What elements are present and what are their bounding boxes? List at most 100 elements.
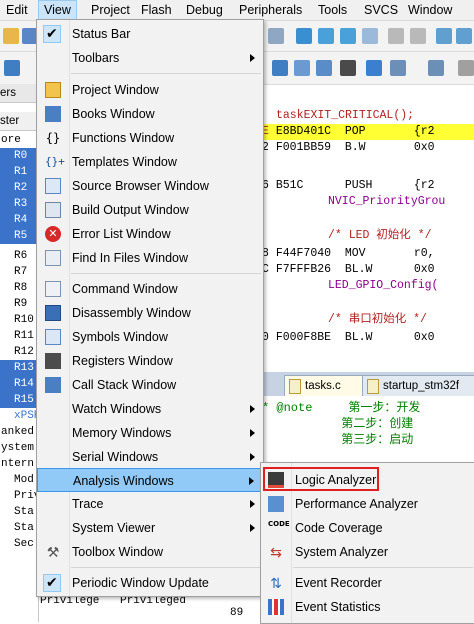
memory-icon[interactable] (294, 60, 310, 76)
register-row[interactable]: R6 (0, 248, 38, 264)
menu-item-watch-windows[interactable]: Watch Windows (37, 397, 263, 421)
system-viewer-icon[interactable] (390, 60, 406, 76)
register-row[interactable]: R0 (0, 148, 38, 164)
menu-item-call-stack[interactable]: Call Stack Window (37, 373, 263, 397)
menu-item-serial-windows[interactable]: Serial Windows (37, 445, 263, 469)
menu-item-label: Disassembly Window (72, 306, 191, 320)
menu-item-symbols-window[interactable]: Symbols Window (37, 325, 263, 349)
indent-icon[interactable] (268, 28, 284, 44)
source-browser-icon (45, 178, 61, 194)
register-row[interactable]: R7 (0, 264, 38, 280)
window-layout-icon[interactable] (272, 60, 288, 76)
register-name: R9 (14, 298, 28, 310)
menu-view[interactable]: View (38, 0, 77, 20)
menu-item-label: Trace (72, 497, 104, 511)
menu-item-event-statistics[interactable]: Event Statistics (261, 595, 474, 619)
register-row[interactable]: R12 (0, 344, 38, 360)
bookmark-next-icon[interactable] (340, 28, 356, 44)
menu-item-books-window[interactable]: Books Window (37, 102, 263, 126)
register-row[interactable]: R4 (0, 212, 38, 228)
register-row[interactable]: R13 (0, 360, 38, 376)
menu-item-trace[interactable]: Trace (37, 492, 263, 516)
register-row[interactable]: xPSR (0, 408, 40, 424)
bookmark-icon[interactable] (296, 28, 312, 44)
menu-item-label: Watch Windows (72, 402, 162, 416)
register-row[interactable]: Sec (0, 536, 38, 552)
menu-debug[interactable]: Debug (186, 2, 223, 18)
menu-item-event-recorder[interactable]: ⇅ Event Recorder (261, 571, 474, 595)
settings-icon[interactable] (458, 60, 474, 76)
tab-startup[interactable]: startup_stm32f (362, 375, 474, 396)
menu-item-code-coverage[interactable]: CODE Code Coverage (261, 516, 474, 540)
register-row[interactable]: R5 (0, 228, 38, 244)
menu-item-functions-window[interactable]: {} Functions Window (37, 126, 263, 150)
register-row[interactable]: R8 (0, 280, 38, 296)
menu-item-performance-analyzer[interactable]: Performance Analyzer (261, 492, 474, 516)
bookmark-prev-icon[interactable] (318, 28, 334, 44)
menu-item-find-in-files[interactable]: Find In Files Window (37, 246, 263, 270)
comment-line: 第二步：创建 (262, 417, 414, 431)
uncomment-icon[interactable] (456, 28, 472, 44)
menu-item-error-list[interactable]: ✕ Error List Window (37, 222, 263, 246)
menu-flash[interactable]: Flash (141, 2, 172, 18)
menu-item-templates-window[interactable]: {}+ Templates Window (37, 150, 263, 174)
watch-icon[interactable] (316, 60, 332, 76)
menu-item-toolbars[interactable]: Toolbars (37, 46, 263, 70)
serial-window-icon[interactable] (366, 60, 382, 76)
open-icon[interactable] (3, 28, 19, 44)
clear-bookmarks-icon[interactable] (362, 28, 378, 44)
register-name: R11 (14, 330, 34, 342)
menu-item-label: Serial Windows (72, 450, 159, 464)
logic-analyzer-toolbar-icon[interactable] (340, 60, 356, 76)
menu-item-source-browser[interactable]: Source Browser Window (37, 174, 263, 198)
register-row[interactable]: R10 (0, 312, 38, 328)
menu-tools[interactable]: Tools (318, 2, 347, 18)
code-line: /* LED 初始化 */ (262, 228, 474, 244)
menu-item-memory-windows[interactable]: Memory Windows (37, 421, 263, 445)
menu-item-build-output[interactable]: Build Output Window (37, 198, 263, 222)
indent-more-icon[interactable] (388, 28, 404, 44)
register-name: R4 (14, 214, 28, 226)
menu-window[interactable]: Window (408, 2, 452, 18)
comment-icon[interactable] (436, 28, 452, 44)
menu-svcs[interactable]: SVCS (364, 2, 398, 18)
menu-item-project-window[interactable]: Project Window (37, 78, 263, 102)
register-row[interactable]: R11 (0, 328, 38, 344)
tab-label: tasks.c (305, 380, 341, 392)
register-group[interactable]: ntern (0, 456, 38, 472)
register-row[interactable]: R2 (0, 180, 38, 196)
register-row[interactable]: R1 (0, 164, 38, 180)
menu-peripherals[interactable]: Peripherals (239, 2, 302, 18)
reset-icon[interactable] (4, 60, 20, 76)
menu-item-label: Functions Window (72, 131, 175, 145)
menu-item-periodic-update[interactable]: ✔ Periodic Window Update (37, 571, 263, 595)
menu-item-registers-window[interactable]: Registers Window (37, 349, 263, 373)
menu-project[interactable]: Project (91, 2, 130, 18)
code-line: /* 串口初始化 */ (262, 312, 474, 328)
menu-item-command-window[interactable]: Command Window (37, 277, 263, 301)
code-line-current: E E8BD401C POP {r2 (262, 124, 474, 140)
register-group-core[interactable]: ore (0, 132, 38, 148)
menu-item-toolbox-window[interactable]: ⚒ Toolbox Window (37, 540, 263, 564)
register-row[interactable]: R3 (0, 196, 38, 212)
menu-edit[interactable]: Edit (6, 2, 28, 18)
register-row[interactable]: Priv (0, 488, 40, 504)
tab-tasks-c[interactable]: tasks.c (284, 375, 368, 396)
menu-item-system-analyzer[interactable]: ⇆ System Analyzer (261, 540, 474, 564)
menu-item-status-bar[interactable]: ✔ Status Bar (37, 22, 263, 46)
menu-item-analysis-windows[interactable]: Analysis Windows (37, 468, 263, 492)
error-list-icon: ✕ (45, 226, 61, 242)
menu-item-disassembly-window[interactable]: Disassembly Window (37, 301, 263, 325)
indent-less-icon[interactable] (410, 28, 426, 44)
toolbox-toolbar-icon[interactable] (428, 60, 444, 76)
menu-item-system-viewer[interactable]: System Viewer (37, 516, 263, 540)
register-row[interactable]: Sta (0, 504, 38, 520)
register-row[interactable]: R15 (0, 392, 38, 408)
register-row[interactable]: Mod (0, 472, 38, 488)
register-group[interactable]: ystem (0, 440, 38, 456)
register-row[interactable]: R14 (0, 376, 38, 392)
register-group[interactable]: anked (0, 424, 38, 440)
register-name: Mod (14, 474, 34, 486)
register-row[interactable]: Sta (0, 520, 38, 536)
register-row[interactable]: R9 (0, 296, 38, 312)
